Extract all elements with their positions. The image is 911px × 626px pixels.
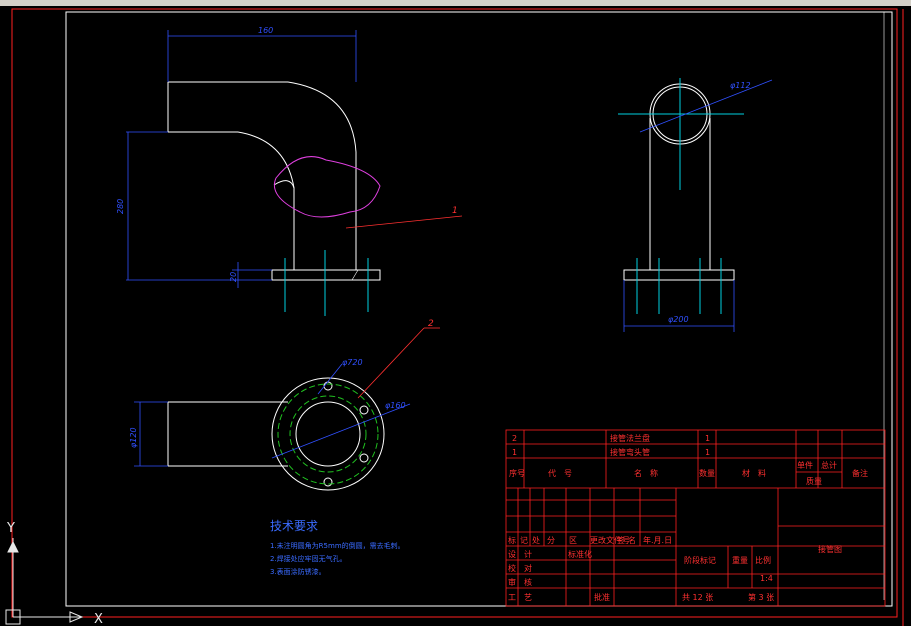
scale-value: 1:4 — [760, 574, 773, 583]
hdr-total: 总计 — [821, 460, 837, 470]
part-2-name: 接管法兰盘 — [610, 433, 650, 443]
dim-flange-thick: 20 — [229, 272, 238, 282]
part-1-name: 接管弯头管 — [610, 447, 650, 457]
weight-label: 重量 — [732, 555, 748, 565]
hdr-no: 序号 — [509, 468, 525, 478]
dim-top-width: 160 — [258, 26, 273, 35]
dim-side-width: φ200 — [668, 315, 689, 324]
std-label: 标准化 — [568, 549, 592, 559]
part-1-no: 1 — [512, 448, 517, 457]
sheets-total: 共 12 张 — [682, 593, 713, 602]
hdr-code: 代 号 — [548, 468, 572, 478]
part-2-no: 2 — [512, 434, 517, 443]
leader-2-label: 2 — [428, 319, 434, 329]
tech-notes-title: 技术要求 — [270, 519, 318, 533]
rev-label: 年.月.日 — [643, 535, 672, 545]
rev-label: 名 — [628, 535, 636, 545]
rev-label: 记 — [520, 536, 528, 545]
dim-bolt-dia: φ720 — [342, 358, 363, 367]
drawing-canvas[interactable]: 160 280 20 1 φ112 φ200 φ120 φ160 φ720 2 … — [0, 6, 911, 626]
rev-label: 标 — [508, 535, 516, 545]
stage-label: 阶段标记 — [684, 555, 716, 565]
part-2-qty: 1 — [705, 434, 710, 443]
dim-bolt-circle: φ160 — [385, 401, 406, 410]
sheet-no: 第 3 张 — [748, 592, 774, 602]
part-1-qty: 1 — [705, 448, 710, 457]
sign-design: 设 计 — [508, 549, 532, 559]
sign-process: 工 艺 — [508, 593, 532, 602]
sign-review: 审 核 — [508, 577, 532, 587]
drawing-name: 接管图 — [818, 544, 842, 554]
rev-label: 区 — [569, 536, 577, 545]
tech-note-3: 3.表面涂防锈漆。 — [270, 567, 326, 576]
rev-label: 分 — [547, 536, 555, 545]
hdr-name: 名 称 — [634, 468, 658, 478]
tech-note-2: 2.焊接处应牢固无气孔。 — [270, 554, 347, 563]
dim-side-dia: φ112 — [730, 81, 751, 90]
approve-label: 批准 — [594, 592, 610, 602]
dim-height: 280 — [116, 199, 125, 214]
hdr-remark: 备注 — [852, 468, 868, 478]
ucs-x-label: X — [94, 612, 103, 626]
hdr-unit: 单件 — [797, 460, 813, 470]
sign-check: 校 对 — [508, 563, 532, 573]
hdr-qty: 数量 — [699, 468, 715, 478]
tech-note-1: 1.未注明圆角为R5mm的倒圆，需去毛刺。 — [270, 541, 405, 550]
rev-label: 处 — [532, 535, 540, 545]
scale-label: 比例 — [755, 555, 771, 565]
rev-label: 签 — [617, 535, 625, 545]
leader-1-label: 1 — [452, 206, 458, 216]
hdr-weight: 质量 — [806, 476, 822, 486]
hdr-material: 材 料 — [742, 468, 766, 478]
ucs-y-label: Y — [6, 521, 15, 536]
dim-bottom-dia: φ120 — [129, 427, 138, 448]
